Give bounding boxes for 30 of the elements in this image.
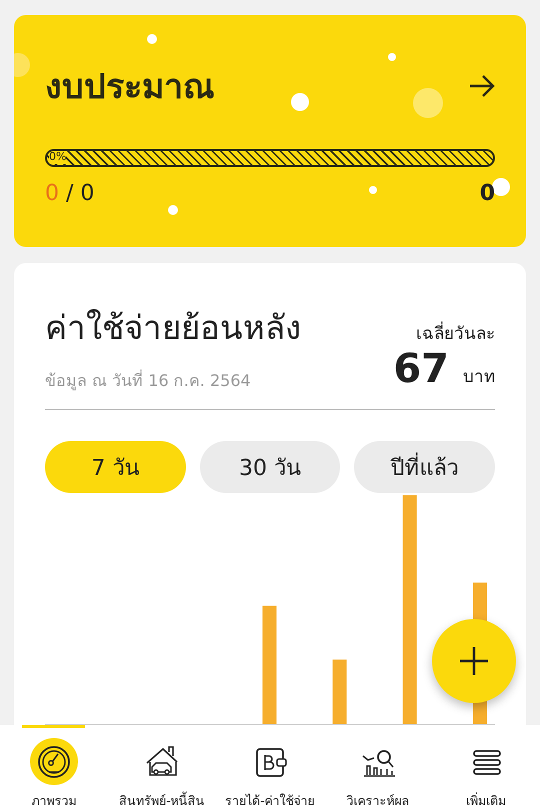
range-tab[interactable]: 30 วัน: [200, 441, 340, 493]
bokeh-dot: [369, 186, 377, 194]
plus-icon: [459, 646, 489, 676]
bokeh-dot: [168, 205, 178, 215]
history-title: ค่าใช้จ่ายย้อนหลัง: [45, 307, 301, 349]
budget-amount: 0 / 0: [45, 181, 94, 206]
data-date: ข้อมูล ณ วันที่ 16 ก.ค. 2564: [45, 368, 252, 392]
budget-title: งบประมาณ: [45, 66, 215, 109]
average-value: 67: [393, 346, 449, 392]
arrow-right-icon[interactable]: [469, 75, 495, 97]
bokeh-dot: [492, 178, 510, 196]
progress-label: 0%: [49, 151, 66, 164]
chart-bar: [332, 660, 347, 725]
average-label: เฉลี่ยวันละ: [416, 319, 495, 346]
bokeh-dot: [413, 88, 443, 118]
active-indicator: [22, 725, 85, 728]
bokeh-dot: [388, 53, 396, 61]
add-button[interactable]: [432, 619, 516, 703]
remaining-amount: 0: [480, 181, 495, 206]
bokeh-dot: [291, 93, 309, 111]
nav-tab[interactable]: วิเคราะห์ผล: [324, 725, 432, 812]
nav-tab[interactable]: เพิ่มเติม: [432, 725, 540, 812]
range-tab[interactable]: ปีที่แล้ว: [354, 441, 496, 493]
budget-card[interactable]: งบประมาณ 0% 0 / 0 0: [14, 15, 526, 247]
nav-tab[interactable]: ภาพรวม: [0, 725, 108, 812]
range-tab[interactable]: 7 วัน: [45, 441, 186, 493]
currency-unit: บาท: [463, 366, 495, 389]
nav-tab[interactable]: รายได้-ค่าใช้จ่าย: [216, 725, 324, 812]
nav-tab[interactable]: สินทรัพย์-หนี้สิน: [108, 725, 216, 812]
bokeh-dot: [147, 34, 157, 44]
